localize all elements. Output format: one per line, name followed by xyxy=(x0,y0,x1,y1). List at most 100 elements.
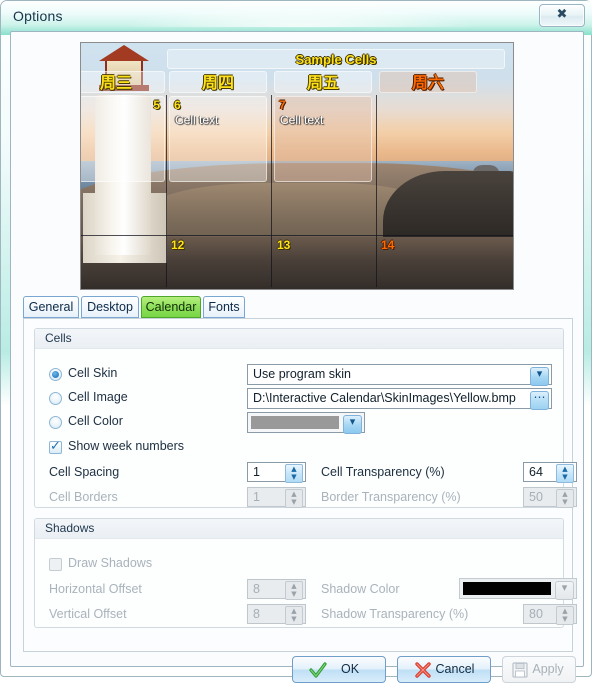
vertical-offset-value: 8 xyxy=(253,607,260,621)
tab-desktop[interactable]: Desktop xyxy=(81,296,139,318)
preview-day-header-label-2: 周五 xyxy=(306,73,339,92)
border-transparency-spinner: 50 ▲ ▼ xyxy=(523,487,577,508)
radio-cell-image[interactable] xyxy=(49,392,62,405)
preview-cell-text-r1c2: Cell text xyxy=(280,113,324,127)
horizontal-offset-spinner: 8 ▲ ▼ xyxy=(247,579,306,600)
cells-group-caption: Cells xyxy=(45,331,72,345)
cell-transparency-spinner[interactable]: 64 ▲ ▼ xyxy=(523,462,577,483)
label-cell-borders: Cell Borders xyxy=(49,490,118,504)
shadows-group-caption: Shadows xyxy=(45,521,95,535)
preview-cell-text-r1c1: Cell text xyxy=(175,113,219,127)
spinner-arrows-icon[interactable]: ▲ ▼ xyxy=(285,464,303,483)
spinner-arrows-icon: ▲ ▼ xyxy=(285,606,303,625)
cell-borders-spinner: 1 ▲ ▼ xyxy=(247,487,306,508)
horizontal-offset-value: 8 xyxy=(253,582,260,596)
label-cell-skin: Cell Skin xyxy=(68,366,118,380)
shadows-group-caption-bar: Shadows xyxy=(35,519,563,539)
vertical-offset-spinner: 8 ▲ ▼ xyxy=(247,604,306,625)
label-shadow-color: Shadow Color xyxy=(321,582,400,596)
radio-cell-color[interactable] xyxy=(49,416,62,429)
label-border-transparency: Border Transparency (%) xyxy=(321,490,461,504)
preview-day-number-r2c0: 12 xyxy=(171,238,185,252)
preview-day-cell-r1c0[interactable]: 5 xyxy=(81,96,165,182)
preview-cells-layer: Sample Cells 周三 周四 周五 周六 5 6 Cell text 7… xyxy=(81,43,513,289)
preview-day-header-2[interactable]: 周五 xyxy=(274,71,372,93)
checkbox-draw-shadows xyxy=(49,558,62,571)
label-horizontal-offset: Horizontal Offset xyxy=(49,582,142,596)
cells-group: Cells Cell Skin Use program skin ▾ Cell … xyxy=(34,328,577,508)
spinner-arrows-icon[interactable]: ▲ ▼ xyxy=(556,464,574,483)
radio-cell-skin[interactable] xyxy=(49,368,62,381)
preview-title-cell[interactable]: Sample Cells xyxy=(167,49,505,69)
label-shadow-transparency: Shadow Transparency (%) xyxy=(321,607,469,621)
cell-color-swatch xyxy=(251,416,339,429)
preview-day-header-0[interactable]: 周三 xyxy=(81,71,165,93)
cell-skin-combo[interactable]: Use program skin ▾ xyxy=(247,364,552,386)
preview-day-number-r1c0: 5 xyxy=(153,98,160,112)
shadows-group: Shadows Draw Shadows Horizontal Offset 8… xyxy=(34,518,577,628)
preview-day-cell-r1c2[interactable]: 7 Cell text xyxy=(274,96,372,182)
title-bar: Options ✖ xyxy=(1,1,592,31)
check-icon: ✓ xyxy=(50,439,61,454)
apply-button: Apply xyxy=(502,656,576,683)
close-button[interactable]: ✖ xyxy=(539,4,585,27)
checkbox-box-icon xyxy=(49,558,62,571)
tab-strip: General Desktop Calendar Fonts xyxy=(23,296,573,319)
label-show-week-numbers: Show week numbers xyxy=(68,439,185,453)
grid-line-v3 xyxy=(376,95,377,287)
grid-line-v1 xyxy=(166,95,167,287)
preview-day-header-label-0: 周三 xyxy=(99,73,132,92)
calendar-tab-page: Cells Cell Skin Use program skin ▾ Cell … xyxy=(23,318,577,652)
cancel-button[interactable]: Cancel xyxy=(397,656,491,683)
preview-day-header-3[interactable]: 周六 xyxy=(379,71,477,93)
window-title: Options xyxy=(13,8,63,24)
tab-calendar[interactable]: Calendar xyxy=(141,296,201,318)
client-area: Sample Cells 周三 周四 周五 周六 5 6 Cell text 7… xyxy=(10,31,584,683)
preview-day-header-label-3: 周六 xyxy=(411,73,444,92)
chevron-down-icon[interactable]: ▾ xyxy=(343,415,362,434)
preview-title-text: Sample Cells xyxy=(295,52,377,67)
checkbox-show-week-numbers[interactable]: ✓ xyxy=(49,439,62,454)
cell-transparency-value: 64 xyxy=(529,465,543,479)
cancel-button-label: Cancel xyxy=(435,662,475,676)
shadow-transparency-spinner: 80 ▲ ▼ xyxy=(523,604,577,625)
options-window: Options ✖ Sample Cells 周三 周四 周五 周六 5 6 C… xyxy=(0,0,592,683)
shadow-color-picker: ▾ xyxy=(459,578,577,600)
cell-color-picker[interactable]: ▾ xyxy=(247,412,365,434)
cell-spacing-spinner[interactable]: 1 ▲ ▼ xyxy=(247,462,306,483)
cells-group-caption-bar: Cells xyxy=(35,329,563,349)
cell-image-path-field[interactable]: D:\Interactive Calendar\SkinImages\Yello… xyxy=(247,388,552,410)
border-transparency-value: 50 xyxy=(529,490,543,504)
shadow-transparency-value: 80 xyxy=(529,607,543,621)
label-cell-spacing: Cell Spacing xyxy=(49,465,120,479)
label-cell-image: Cell Image xyxy=(68,390,128,404)
tab-fonts[interactable]: Fonts xyxy=(203,296,245,318)
calendar-preview[interactable]: Sample Cells 周三 周四 周五 周六 5 6 Cell text 7… xyxy=(80,42,514,290)
browse-icon[interactable]: ⋯ xyxy=(530,390,549,410)
apply-button-label: Apply xyxy=(532,662,564,676)
radio-ring-icon xyxy=(49,392,62,405)
grid-line-h1 xyxy=(81,235,513,236)
label-cell-color: Cell Color xyxy=(68,414,123,428)
preview-day-number-r2c1: 13 xyxy=(277,238,291,252)
spinner-arrows-icon: ▲ ▼ xyxy=(285,581,303,600)
tab-general[interactable]: General xyxy=(23,296,79,318)
preview-day-header-1[interactable]: 周四 xyxy=(169,71,267,93)
preview-day-number-r2c2: 14 xyxy=(381,238,395,252)
spinner-arrows-icon: ▲ ▼ xyxy=(556,606,574,625)
chevron-down-icon: ▾ xyxy=(555,581,574,600)
preview-day-cell-r1c1[interactable]: 6 Cell text xyxy=(169,96,267,182)
label-draw-shadows: Draw Shadows xyxy=(68,556,153,570)
ok-button-label: OK xyxy=(340,662,360,676)
ok-button[interactable]: OK xyxy=(292,656,386,683)
chevron-down-icon[interactable]: ▾ xyxy=(530,367,549,386)
label-cell-transparency: Cell Transparency (%) xyxy=(321,465,445,479)
cell-skin-value: Use program skin xyxy=(253,367,351,381)
preview-day-number-r1c1: 6 xyxy=(174,98,181,112)
radio-ring-icon xyxy=(49,416,62,429)
grid-line-v2 xyxy=(271,95,272,287)
shadow-color-swatch xyxy=(463,582,551,595)
cell-image-path-value: D:\Interactive Calendar\SkinImages\Yello… xyxy=(253,391,516,405)
cell-spacing-value: 1 xyxy=(253,465,260,479)
label-vertical-offset: Vertical Offset xyxy=(49,607,127,621)
